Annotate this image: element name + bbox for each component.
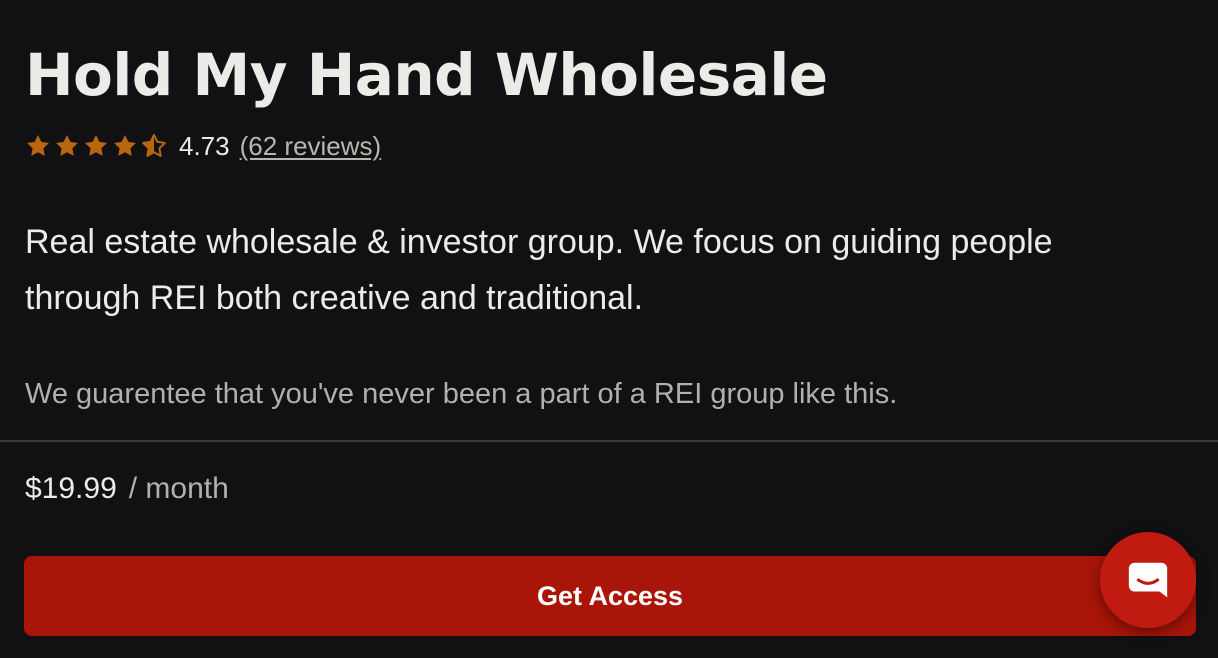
star-icon (56, 134, 78, 156)
divider (0, 440, 1218, 442)
star-icon (85, 134, 107, 156)
group-description: Real estate wholesale & investor group. … (25, 223, 1053, 317)
rating-row: 4.73 (62 reviews) (25, 130, 381, 162)
rating-value: 4.73 (179, 130, 230, 161)
star-rating (25, 133, 170, 159)
chat-bubble-icon (1128, 562, 1168, 598)
chat-launcher-button[interactable] (1100, 532, 1196, 628)
price-period: / month (128, 472, 229, 505)
star-icon (27, 134, 49, 156)
price-row: $19.99 / month (25, 472, 229, 506)
star-icon (114, 134, 136, 156)
group-listing-page: Hold My Hand Wholesale 4.73 (62 reviews)… (0, 0, 1218, 658)
half-star-icon (142, 133, 166, 157)
reviews-link[interactable]: (62 reviews) (240, 131, 382, 162)
get-access-button[interactable]: Get Access (24, 556, 1196, 636)
page-title: Hold My Hand Wholesale (25, 41, 828, 109)
price: $19.99 (25, 472, 117, 505)
group-tagline: We guarentee that you've never been a pa… (25, 378, 898, 410)
